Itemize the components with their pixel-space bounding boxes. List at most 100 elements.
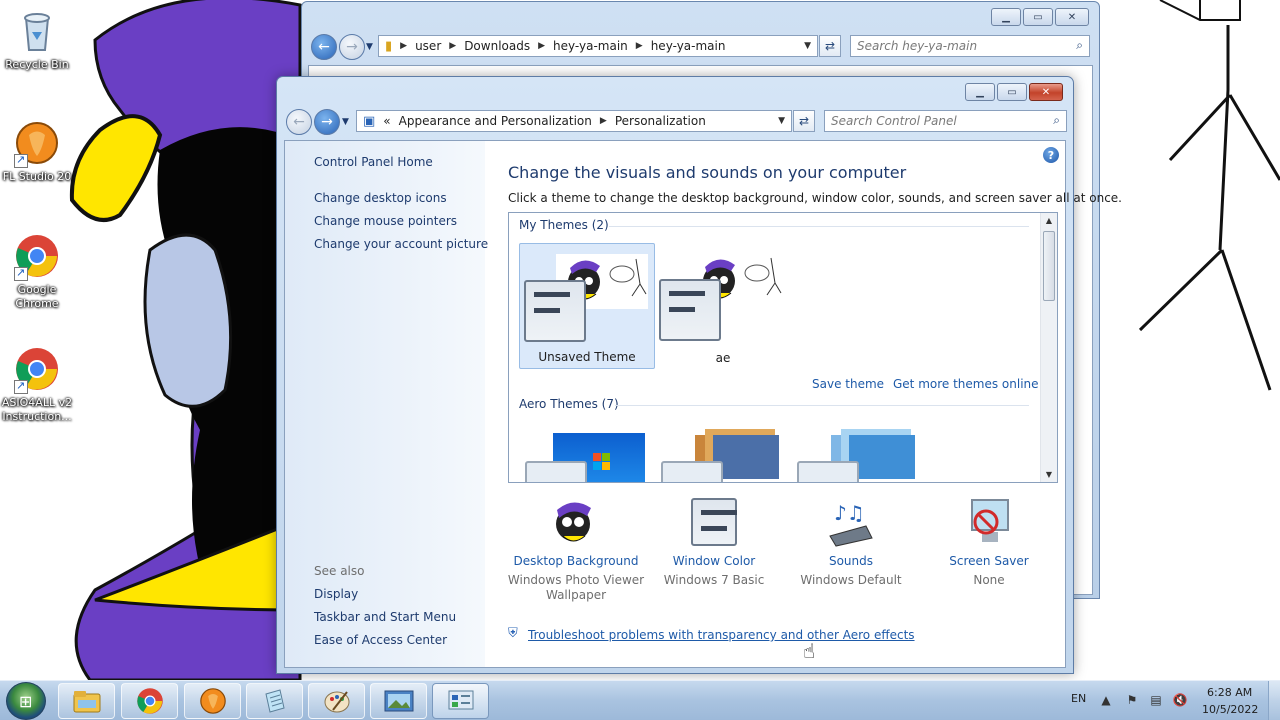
- desktop-background-setting[interactable]: Desktop Background Windows Photo Viewer …: [506, 498, 646, 603]
- refresh-button[interactable]: ⇄: [819, 35, 841, 57]
- desktop-icon-recycle-bin[interactable]: Recycle Bin: [0, 8, 74, 72]
- help-icon: ?: [1047, 148, 1055, 162]
- taskbar-button-photo-viewer[interactable]: [370, 683, 427, 719]
- forward-button[interactable]: →: [314, 109, 340, 135]
- minimize-button[interactable]: ▁: [991, 8, 1021, 26]
- scroll-down-arrow-icon[interactable]: ▼: [1041, 470, 1057, 479]
- close-button[interactable]: ✕: [1055, 8, 1089, 26]
- theme-list[interactable]: My Themes (2) Unsaved Theme ae Save them…: [508, 212, 1058, 483]
- recent-pages-dropdown[interactable]: ▼: [342, 117, 349, 127]
- scrollbar-thumb[interactable]: [1043, 231, 1055, 301]
- forward-button[interactable]: →: [339, 34, 365, 60]
- breadcrumb-separator: ▶: [400, 41, 408, 51]
- network-icon[interactable]: ▤: [1148, 693, 1164, 709]
- windows-logo-icon: ⊞: [19, 692, 33, 711]
- sounds-value: Windows Default: [800, 573, 902, 587]
- address-dropdown-icon[interactable]: ▼: [778, 116, 785, 126]
- scroll-up-arrow-icon[interactable]: ▲: [1041, 216, 1057, 225]
- shortcut-arrow-icon: [14, 153, 28, 168]
- window-color-link[interactable]: Window Color: [644, 554, 784, 568]
- chrome-icon: [14, 346, 60, 394]
- minimize-button[interactable]: ▁: [965, 83, 995, 101]
- start-button[interactable]: ⊞: [6, 682, 46, 720]
- sounds-icon: ♪♫: [826, 498, 876, 548]
- breadcrumb-item[interactable]: Personalization: [615, 114, 706, 128]
- nav-change-desktop-icons[interactable]: Change desktop icons: [314, 191, 447, 205]
- language-indicator[interactable]: EN: [1071, 692, 1086, 705]
- folder-icon: ▮: [385, 38, 393, 54]
- chrome-icon: [136, 688, 163, 714]
- sounds-link[interactable]: Sounds: [781, 554, 921, 568]
- arrow-left-icon: ←: [293, 114, 305, 130]
- photo-viewer-icon: [384, 690, 413, 712]
- sounds-setting[interactable]: ♪♫ Sounds Windows Default: [781, 498, 921, 588]
- search-placeholder: Search Control Panel: [831, 114, 957, 128]
- nav-change-mouse-pointers[interactable]: Change mouse pointers: [314, 214, 457, 228]
- address-dropdown-icon[interactable]: ▼: [804, 41, 811, 51]
- notepad-icon: [264, 689, 285, 713]
- control-panel-icon: [448, 690, 473, 710]
- desktop-icon-fl-studio[interactable]: FL Studio 20: [0, 120, 74, 184]
- nav-change-account-picture[interactable]: Change your account picture: [314, 237, 488, 251]
- refresh-icon: ⇄: [798, 114, 810, 128]
- back-button[interactable]: ←: [311, 34, 337, 60]
- save-theme-link[interactable]: Save theme: [812, 377, 884, 391]
- show-hidden-icons-button[interactable]: ▲: [1098, 693, 1114, 709]
- theme-unsaved[interactable]: Unsaved Theme: [519, 243, 655, 369]
- breadcrumb-item[interactable]: user: [415, 39, 441, 53]
- nav-ease-of-access[interactable]: Ease of Access Center: [314, 633, 447, 647]
- my-themes-heading: My Themes (2): [519, 218, 609, 232]
- breadcrumb-item[interactable]: Appearance and Personalization: [399, 114, 592, 128]
- window-color-value: Windows 7 Basic: [663, 573, 765, 587]
- recent-pages-dropdown[interactable]: ▼: [366, 42, 373, 52]
- action-center-icon[interactable]: ⚑: [1124, 693, 1140, 709]
- get-more-themes-link[interactable]: Get more themes online: [893, 377, 1039, 391]
- taskbar-button-paint[interactable]: [308, 683, 365, 719]
- address-bar[interactable]: ▮ ▶ user ▶ Downloads ▶ hey-ya-main ▶ hey…: [378, 35, 818, 57]
- volume-muted-icon[interactable]: 🔇: [1172, 693, 1188, 709]
- nav-taskbar-start-menu[interactable]: Taskbar and Start Menu: [314, 610, 456, 624]
- taskbar-button-explorer[interactable]: [58, 683, 115, 719]
- breadcrumb-item[interactable]: hey-ya-main: [553, 39, 628, 53]
- search-input[interactable]: Search Control Panel ⌕: [824, 110, 1067, 132]
- maximize-button[interactable]: ▭: [997, 83, 1027, 101]
- maximize-button[interactable]: ▭: [1023, 8, 1053, 26]
- fl-studio-icon: [199, 688, 226, 714]
- clock-date[interactable]: 10/5/2022: [1202, 703, 1258, 716]
- arrow-right-icon: →: [346, 39, 358, 55]
- taskbar-button-control-panel[interactable]: [432, 683, 489, 719]
- search-input[interactable]: Search hey-ya-main ⌕: [850, 35, 1090, 57]
- breadcrumb-item[interactable]: Downloads: [464, 39, 530, 53]
- shield-icon: ⛨: [508, 626, 518, 641]
- breadcrumb-item[interactable]: hey-ya-main: [651, 39, 726, 53]
- control-panel-window[interactable]: ▁ ▭ ✕ ← → ▼ ▣ « Appearance and Personali…: [276, 76, 1122, 674]
- nav-control-panel-home[interactable]: Control Panel Home: [314, 155, 433, 169]
- back-button[interactable]: ←: [286, 109, 312, 135]
- taskbar-button-fl-studio[interactable]: [184, 683, 241, 719]
- theme-list-scrollbar[interactable]: ▲ ▼: [1040, 213, 1057, 482]
- refresh-button[interactable]: ⇄: [793, 110, 815, 132]
- screen-saver-link[interactable]: Screen Saver: [919, 554, 1059, 568]
- desktop-icon-asio4all[interactable]: ASIO4ALL v2 Instruction...: [0, 346, 74, 424]
- address-bar[interactable]: ▣ « Appearance and Personalization ▶ Per…: [356, 110, 792, 132]
- taskbar-button-chrome[interactable]: [121, 683, 178, 719]
- nav-display[interactable]: Display: [314, 587, 358, 601]
- taskbar-button-notepad[interactable]: [246, 683, 303, 719]
- window-color-thumbnail: [524, 280, 586, 342]
- help-button[interactable]: ?: [1043, 147, 1059, 163]
- desktop-background-link[interactable]: Desktop Background: [506, 554, 646, 568]
- window-color-icon: [689, 498, 739, 548]
- close-button[interactable]: ✕: [1029, 83, 1063, 101]
- theme-ae[interactable]: ae: [655, 243, 791, 369]
- hand-pointer-cursor-icon: ☝: [803, 639, 816, 663]
- troubleshoot-aero-link[interactable]: Troubleshoot problems with transparency …: [528, 628, 915, 642]
- desktop-icon-google-chrome[interactable]: Google Chrome: [0, 233, 74, 311]
- window-color-setting[interactable]: Window Color Windows 7 Basic: [644, 498, 784, 588]
- breadcrumb-overflow[interactable]: «: [383, 114, 390, 128]
- screen-saver-icon: [964, 498, 1014, 548]
- screen-saver-setting[interactable]: Screen Saver None: [919, 498, 1059, 588]
- show-desktop-button[interactable]: [1268, 681, 1280, 720]
- page-subtitle: Click a theme to change the desktop back…: [508, 191, 1122, 205]
- clock-time[interactable]: 6:28 AM: [1207, 686, 1252, 699]
- taskbar: ⊞ EN ▲ ⚑ ▤ 🔇 6:28 AM 10/5/2022: [0, 680, 1280, 720]
